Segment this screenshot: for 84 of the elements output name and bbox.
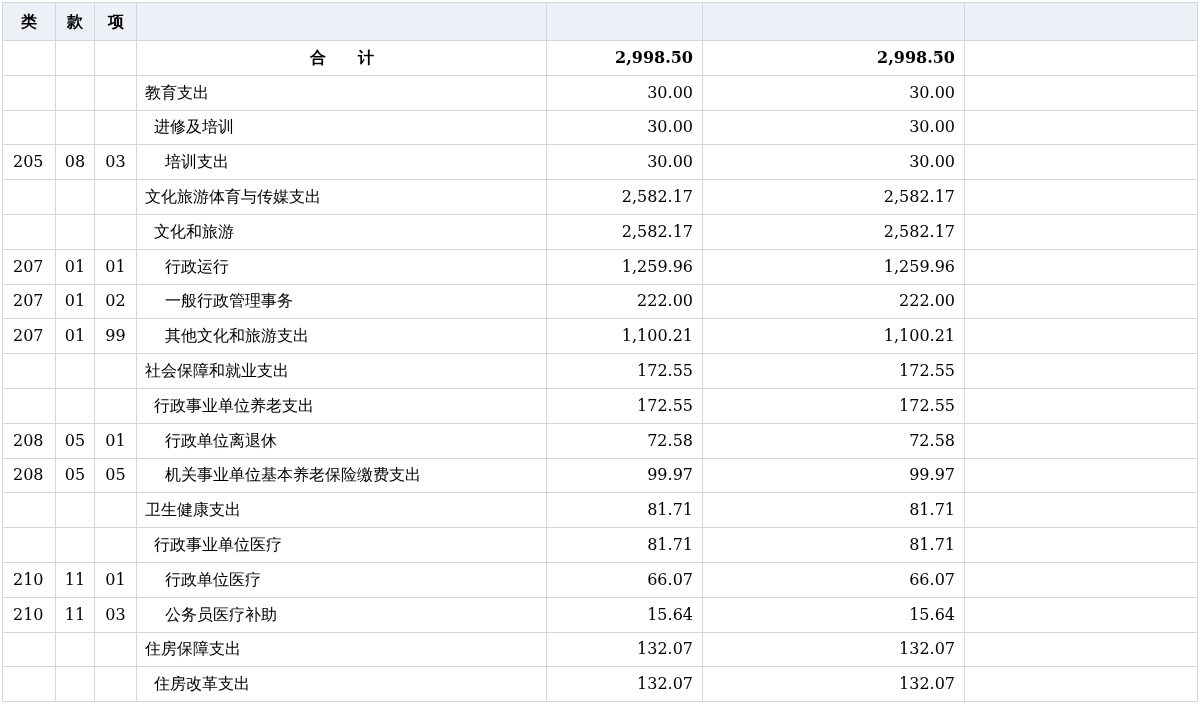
item-name: 行政事业单位医疗 bbox=[154, 535, 282, 555]
item-name: 卫生健康支出 bbox=[145, 500, 241, 520]
amount: 172.55 bbox=[899, 361, 955, 381]
amount: 2,582.17 bbox=[621, 187, 693, 207]
item-code: 03 bbox=[105, 604, 126, 624]
amount: 15.64 bbox=[909, 604, 955, 624]
amount: 30.00 bbox=[909, 117, 955, 137]
section-code: 01 bbox=[64, 291, 86, 311]
section-code: 11 bbox=[64, 604, 86, 624]
item-name: 机关事业单位基本养老保险缴费支出 bbox=[165, 465, 421, 485]
section-code: 05 bbox=[64, 430, 86, 450]
item-name: 公务员医疗补助 bbox=[165, 604, 277, 624]
amount: 30.00 bbox=[647, 82, 693, 102]
item-name: 培训支出 bbox=[165, 152, 229, 172]
class-code: 205 bbox=[13, 152, 44, 172]
item-name: 进修及培训 bbox=[154, 117, 234, 137]
amount: 99.97 bbox=[647, 465, 693, 485]
amount: 30.00 bbox=[647, 152, 693, 172]
amount: 222.00 bbox=[637, 291, 693, 311]
amount: 2,582.17 bbox=[883, 187, 955, 207]
column-header: 款 bbox=[55, 2, 95, 41]
amount: 72.58 bbox=[647, 430, 693, 450]
amount: 172.55 bbox=[637, 395, 693, 415]
class-code: 210 bbox=[13, 569, 44, 589]
item-code: 05 bbox=[105, 465, 126, 485]
amount: 1,100.21 bbox=[883, 326, 955, 346]
item-code: 01 bbox=[105, 430, 126, 450]
amount: 30.00 bbox=[647, 117, 693, 137]
amount: 2,582.17 bbox=[621, 221, 693, 241]
class-code: 208 bbox=[13, 430, 44, 450]
amount: 2,998.50 bbox=[877, 47, 955, 67]
item-name: 行政单位医疗 bbox=[165, 569, 261, 589]
amount: 132.07 bbox=[637, 674, 693, 694]
amount: 172.55 bbox=[899, 395, 955, 415]
item-name: 行政运行 bbox=[165, 256, 229, 276]
item-name: 教育支出 bbox=[145, 82, 209, 102]
section-code: 08 bbox=[64, 152, 86, 172]
item-code: 01 bbox=[105, 569, 126, 589]
class-code: 207 bbox=[13, 326, 44, 346]
column-header: 类 bbox=[2, 2, 56, 41]
amount: 1,259.96 bbox=[883, 256, 955, 276]
amount: 15.64 bbox=[647, 604, 693, 624]
total-label: 合 计 bbox=[309, 47, 374, 67]
amount: 1,100.21 bbox=[621, 326, 693, 346]
amount: 30.00 bbox=[909, 152, 955, 172]
amount: 81.71 bbox=[909, 535, 955, 555]
amount: 81.71 bbox=[647, 500, 693, 520]
item-name: 行政单位离退休 bbox=[165, 430, 277, 450]
item-name: 住房保障支出 bbox=[145, 639, 241, 659]
item-code: 99 bbox=[105, 326, 126, 346]
amount: 132.07 bbox=[899, 639, 955, 659]
amount: 81.71 bbox=[647, 535, 693, 555]
item-code: 02 bbox=[105, 291, 126, 311]
amount: 81.71 bbox=[909, 500, 955, 520]
item-name: 文化和旅游 bbox=[154, 221, 234, 241]
amount: 132.07 bbox=[637, 639, 693, 659]
class-code: 210 bbox=[13, 604, 44, 624]
amount: 2,582.17 bbox=[883, 221, 955, 241]
section-code: 01 bbox=[64, 326, 86, 346]
item-code: 01 bbox=[105, 256, 126, 276]
amount: 66.07 bbox=[647, 569, 693, 589]
class-code: 207 bbox=[13, 291, 44, 311]
amount: 30.00 bbox=[909, 82, 955, 102]
amount: 1,259.96 bbox=[621, 256, 693, 276]
amount: 66.07 bbox=[909, 569, 955, 589]
class-code: 207 bbox=[13, 256, 44, 276]
amount: 132.07 bbox=[899, 674, 955, 694]
amount: 222.00 bbox=[899, 291, 955, 311]
section-code: 01 bbox=[64, 256, 86, 276]
class-code: 208 bbox=[13, 465, 44, 485]
item-name: 行政事业单位养老支出 bbox=[154, 395, 314, 415]
item-name: 住房改革支出 bbox=[154, 674, 250, 694]
section-code: 05 bbox=[64, 465, 86, 485]
amount: 99.97 bbox=[909, 465, 955, 485]
column-header: 项 bbox=[94, 2, 137, 41]
item-code: 03 bbox=[105, 152, 126, 172]
amount: 2,998.50 bbox=[615, 47, 693, 67]
item-name: 其他文化和旅游支出 bbox=[165, 326, 309, 346]
item-name: 文化旅游体育与传媒支出 bbox=[145, 187, 321, 207]
section-code: 11 bbox=[64, 569, 86, 589]
item-name: 社会保障和就业支出 bbox=[145, 361, 289, 381]
amount: 172.55 bbox=[637, 361, 693, 381]
item-name: 一般行政管理事务 bbox=[165, 291, 293, 311]
amount: 72.58 bbox=[909, 430, 955, 450]
